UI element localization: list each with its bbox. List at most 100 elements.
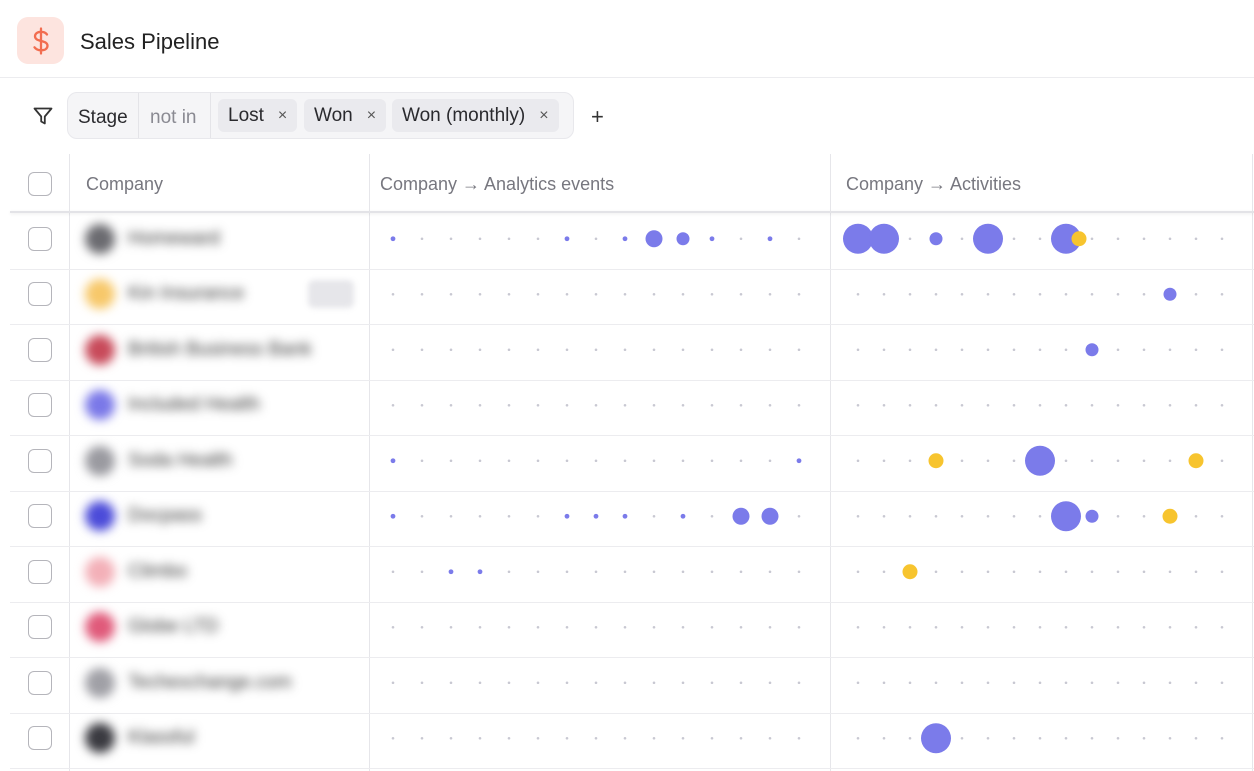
empty-day-dot [739, 459, 743, 463]
empty-day-dot [1064, 681, 1068, 685]
empty-day-dot [478, 625, 482, 629]
empty-day-dot [739, 736, 743, 740]
highlight-activity-dot[interactable] [902, 564, 918, 580]
empty-day-dot [1220, 292, 1224, 296]
empty-day-dot [986, 348, 990, 352]
empty-day-dot [391, 570, 395, 574]
analytics-event-dot[interactable] [732, 507, 750, 525]
empty-day-dot [449, 237, 453, 241]
analytics-event-dot[interactable] [622, 236, 628, 242]
filter-field[interactable]: Stage [78, 107, 128, 129]
empty-day-dot [1038, 514, 1042, 518]
activity-dot[interactable] [921, 723, 951, 754]
empty-day-dot [710, 681, 714, 685]
filter-divider [138, 93, 139, 138]
empty-day-dot [1220, 736, 1224, 740]
empty-day-dot [420, 292, 424, 296]
analytics-event-dot[interactable] [796, 458, 802, 464]
add-filter-button[interactable]: + [591, 104, 604, 130]
empty-day-dot [565, 292, 569, 296]
empty-day-dot [565, 736, 569, 740]
filter-chip-won[interactable]: Won × [304, 99, 387, 132]
analytics-event-dot[interactable] [593, 513, 599, 519]
activity-dot[interactable] [1025, 445, 1055, 476]
empty-day-dot [1220, 514, 1224, 518]
activity-dot[interactable] [1085, 343, 1099, 357]
highlight-activity-dot[interactable] [928, 453, 944, 469]
empty-day-dot [1220, 459, 1224, 463]
activity-dot[interactable] [869, 223, 899, 254]
empty-day-dot [882, 403, 886, 407]
analytics-event-dot[interactable] [761, 507, 779, 525]
close-icon[interactable]: × [278, 107, 287, 125]
empty-day-dot [623, 403, 627, 407]
filter-divider [210, 93, 211, 138]
empty-day-dot [1194, 625, 1198, 629]
empty-day-dot [1012, 459, 1016, 463]
empty-day-dot [536, 237, 540, 241]
empty-day-dot [908, 237, 912, 241]
empty-day-dot [507, 570, 511, 574]
activity-dot[interactable] [1085, 509, 1099, 523]
chip-label: Won (monthly) [402, 104, 526, 126]
empty-day-dot [1220, 625, 1224, 629]
close-icon[interactable]: × [367, 107, 376, 125]
empty-day-dot [652, 736, 656, 740]
empty-day-dot [1090, 625, 1094, 629]
empty-day-dot [1012, 514, 1016, 518]
empty-day-dot [478, 736, 482, 740]
analytics-event-dot[interactable] [622, 513, 628, 519]
empty-day-dot [1142, 681, 1146, 685]
dollar-icon [17, 17, 64, 64]
filter-chip-won-monthly[interactable]: Won (monthly) × [392, 99, 559, 132]
empty-day-dot [908, 625, 912, 629]
empty-day-dot [652, 514, 656, 518]
empty-day-dot [797, 292, 801, 296]
empty-day-dot [681, 570, 685, 574]
empty-day-dot [856, 292, 860, 296]
analytics-event-dot[interactable] [477, 569, 483, 575]
highlight-activity-dot[interactable] [1162, 508, 1178, 524]
activity-dot[interactable] [1051, 501, 1081, 532]
analytics-event-dot[interactable] [709, 236, 715, 242]
analytics-event-dot[interactable] [390, 513, 396, 519]
stage-filter[interactable]: Stage not in Lost × Won × Won (monthly) … [67, 92, 574, 139]
empty-day-dot [652, 570, 656, 574]
filter-chip-lost[interactable]: Lost × [218, 99, 298, 132]
analytics-event-dot[interactable] [564, 513, 570, 519]
empty-day-dot [478, 681, 482, 685]
analytics-event-dot[interactable] [676, 232, 690, 246]
empty-day-dot [710, 736, 714, 740]
analytics-event-dot[interactable] [767, 236, 773, 242]
close-icon[interactable]: × [539, 107, 548, 125]
empty-day-dot [856, 514, 860, 518]
analytics-event-dot[interactable] [390, 236, 396, 242]
empty-day-dot [1012, 570, 1016, 574]
analytics-event-dot[interactable] [564, 236, 570, 242]
analytics-event-dot[interactable] [680, 513, 686, 519]
empty-day-dot [710, 459, 714, 463]
empty-day-dot [681, 681, 685, 685]
empty-day-dot [565, 348, 569, 352]
filter-operator[interactable]: not in [150, 107, 196, 129]
highlight-activity-dot[interactable] [1071, 231, 1087, 247]
analytics-event-dot[interactable] [390, 458, 396, 464]
empty-day-dot [1116, 681, 1120, 685]
empty-day-dot [882, 681, 886, 685]
activity-dot[interactable] [973, 223, 1003, 254]
filter-icon[interactable] [32, 105, 54, 132]
empty-day-dot [536, 348, 540, 352]
empty-day-dot [1064, 348, 1068, 352]
analytics-event-dot[interactable] [645, 230, 663, 248]
activity-dot[interactable] [1163, 287, 1177, 301]
empty-day-dot [882, 625, 886, 629]
activity-dot[interactable] [843, 223, 873, 254]
empty-day-dot [1090, 292, 1094, 296]
empty-day-dot [768, 348, 772, 352]
analytics-event-dot[interactable] [448, 569, 454, 575]
empty-day-dot [449, 681, 453, 685]
empty-day-dot [960, 459, 964, 463]
empty-day-dot [1038, 681, 1042, 685]
highlight-activity-dot[interactable] [1188, 453, 1204, 469]
activity-dot[interactable] [929, 232, 943, 246]
